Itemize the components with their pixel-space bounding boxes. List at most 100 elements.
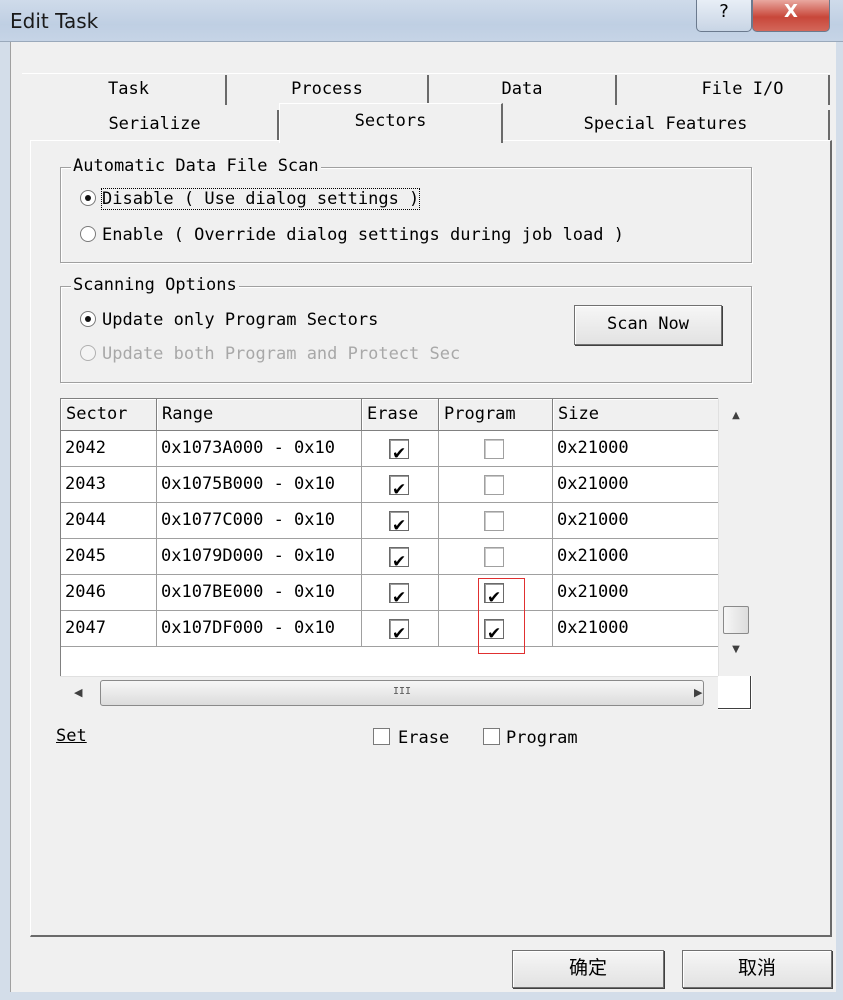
radio-selected-icon [80, 311, 96, 327]
set-erase-checkbox[interactable]: Erase [373, 728, 449, 748]
cell-range[interactable]: 0x107DF000 - 0x10 [157, 611, 362, 647]
erase-checkbox-checked[interactable] [389, 581, 409, 610]
erase-checkbox-checked[interactable] [389, 473, 409, 502]
cell-range[interactable]: 0x107BE000 - 0x10 [157, 575, 362, 611]
cell-erase[interactable] [362, 503, 439, 539]
program-checkbox-unchecked[interactable] [484, 511, 504, 531]
cell-program[interactable] [439, 539, 553, 575]
cell-size[interactable]: 0x21000 [553, 431, 719, 467]
scroll-right-arrow-icon[interactable]: ▶ [694, 686, 702, 699]
cell-program[interactable] [439, 431, 553, 467]
auto-scan-enable-label: Enable ( Override dialog settings during… [102, 225, 624, 245]
col-header-erase[interactable]: Erase [362, 399, 439, 431]
cell-erase[interactable] [362, 575, 439, 611]
cell-range[interactable]: 0x1075B000 - 0x10 [157, 467, 362, 503]
cell-size[interactable]: 0x21000 [553, 575, 719, 611]
table-horizontal-scrollbar[interactable]: ◀ III ▶ [60, 676, 718, 710]
auto-scan-enable-radio[interactable]: Enable ( Override dialog settings during… [80, 225, 624, 245]
scroll-grip-icon: III [392, 686, 412, 697]
update-program-sectors-radio[interactable]: Update only Program Sectors [80, 310, 378, 330]
radio-unselected-icon [80, 226, 96, 242]
close-button[interactable]: X [752, 0, 830, 32]
cell-sector[interactable]: 2045 [61, 539, 157, 575]
cell-size[interactable]: 0x21000 [553, 611, 719, 647]
cell-size[interactable]: 0x21000 [553, 467, 719, 503]
cell-range[interactable]: 0x1077C000 - 0x10 [157, 503, 362, 539]
set-label-text: Set [56, 726, 87, 746]
cell-sector[interactable]: 2046 [61, 575, 157, 611]
scanning-options-legend: Scanning Options [71, 275, 239, 295]
set-label: Set [56, 726, 87, 746]
scroll-up-arrow-icon[interactable]: ▲ [719, 410, 753, 421]
checkbox-unchecked-icon [373, 728, 390, 745]
ok-button[interactable]: 确定 [512, 950, 664, 988]
auto-scan-disable-radio[interactable]: Disable ( Use dialog settings ) [80, 188, 421, 210]
set-program-label: Program [506, 728, 578, 748]
erase-checkbox-checked[interactable] [389, 437, 409, 466]
cell-range[interactable]: 0x1079D000 - 0x10 [157, 539, 362, 575]
scan-now-button[interactable]: Scan Now [574, 305, 722, 345]
auto-scan-disable-label: Disable ( Use dialog settings ) [100, 188, 421, 210]
program-column-highlight-box [478, 578, 525, 654]
auto-scan-group: Automatic Data File Scan [60, 156, 752, 263]
cell-program[interactable] [439, 503, 553, 539]
tab-special-features-label: Special Features [583, 114, 748, 134]
help-button[interactable]: ? [696, 0, 752, 32]
scroll-down-arrow-icon[interactable]: ▼ [719, 644, 753, 655]
edit-task-window: Edit Task ? X Task Process Data File I/O… [0, 0, 843, 1000]
cell-size[interactable]: 0x21000 [553, 539, 719, 575]
tab-file-io[interactable]: File I/O [617, 75, 830, 105]
cell-erase[interactable] [362, 539, 439, 575]
program-checkbox-unchecked[interactable] [484, 439, 504, 459]
cell-program[interactable] [439, 467, 553, 503]
tab-special-features[interactable]: Special Features [503, 110, 830, 140]
cancel-label: 取消 [737, 957, 776, 979]
col-header-range[interactable]: Range [157, 399, 362, 431]
erase-checkbox-checked[interactable] [389, 617, 409, 646]
radio-disabled-icon [80, 345, 96, 361]
tab-data-label: Data [501, 79, 543, 99]
tab-task[interactable]: Task [32, 75, 227, 105]
cell-sector[interactable]: 2042 [61, 431, 157, 467]
horizontal-scroll-thumb[interactable]: III [100, 680, 704, 706]
window-title: Edit Task [10, 9, 99, 33]
help-icon: ? [719, 1, 729, 22]
erase-checkbox-checked[interactable] [389, 545, 409, 574]
set-program-checkbox[interactable]: Program [483, 728, 578, 748]
cell-erase[interactable] [362, 431, 439, 467]
program-checkbox-unchecked[interactable] [484, 547, 504, 567]
cell-range[interactable]: 0x1073A000 - 0x10 [157, 431, 362, 467]
cell-size[interactable]: 0x21000 [553, 503, 719, 539]
scan-now-label: Scan Now [607, 314, 689, 334]
cell-erase[interactable] [362, 611, 439, 647]
radio-selected-icon [80, 190, 96, 206]
cell-sector[interactable]: 2043 [61, 467, 157, 503]
cancel-button[interactable]: 取消 [682, 950, 832, 988]
tab-file-io-label: File I/O [701, 79, 784, 99]
col-header-program[interactable]: Program [439, 399, 553, 431]
cell-erase[interactable] [362, 467, 439, 503]
update-both-sectors-label: Update both Program and Protect Sec [102, 344, 461, 364]
erase-checkbox-checked[interactable] [389, 509, 409, 538]
cell-sector[interactable]: 2047 [61, 611, 157, 647]
program-checkbox-unchecked[interactable] [484, 475, 504, 495]
col-header-sector[interactable]: Sector [61, 399, 157, 431]
tab-process[interactable]: Process [227, 75, 429, 105]
update-both-sectors-radio: Update both Program and Protect Sec [80, 344, 460, 364]
checkbox-unchecked-icon [483, 728, 500, 745]
tab-task-label: Task [108, 79, 149, 99]
scroll-left-arrow-icon[interactable]: ◀ [74, 686, 82, 699]
cell-sector[interactable]: 2044 [61, 503, 157, 539]
auto-scan-legend: Automatic Data File Scan [71, 156, 321, 176]
tab-sectors-label: Sectors [354, 111, 427, 131]
update-program-sectors-label: Update only Program Sectors [102, 310, 379, 330]
tab-sectors[interactable]: Sectors [279, 103, 503, 143]
tab-serialize[interactable]: Serialize [32, 110, 279, 140]
col-header-size[interactable]: Size [553, 399, 719, 431]
tab-row-divider [22, 73, 830, 74]
tab-data[interactable]: Data [429, 75, 617, 105]
table-vertical-scrollbar[interactable]: ▲ ▼ [718, 398, 752, 676]
sector-table[interactable]: Sector Range Erase Program Size 2042 0x1… [60, 398, 752, 710]
vertical-scroll-thumb[interactable] [723, 606, 749, 634]
title-bar[interactable]: Edit Task ? X [0, 0, 843, 42]
